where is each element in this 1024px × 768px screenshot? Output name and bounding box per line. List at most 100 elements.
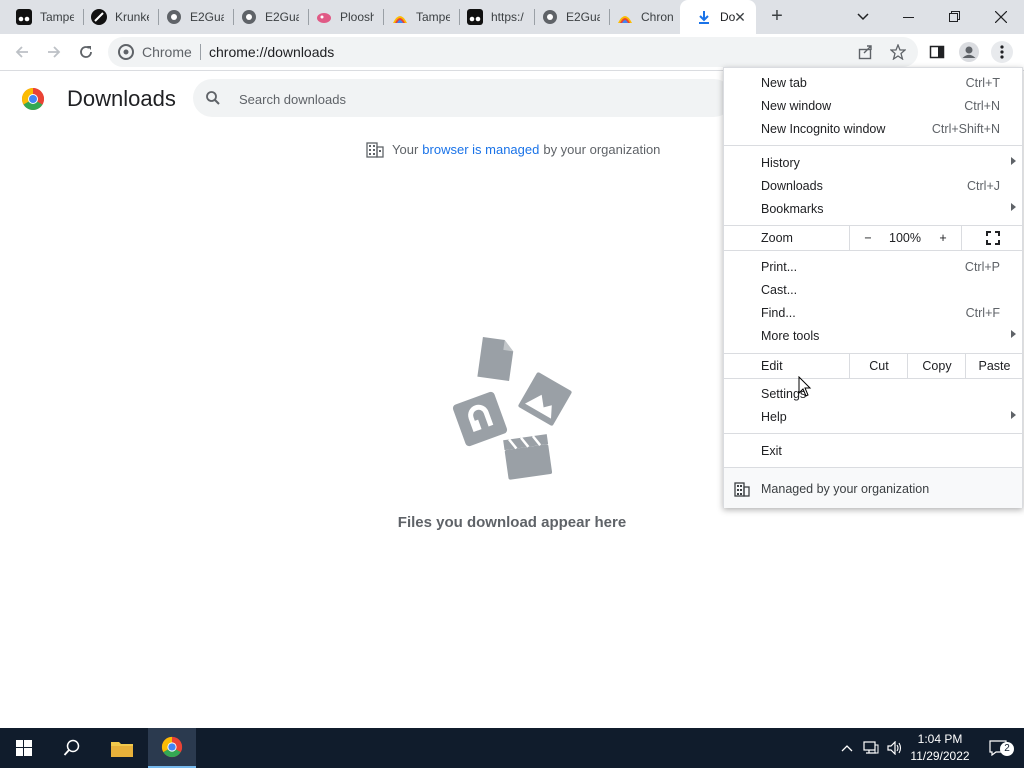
action-center-button[interactable]: 2 [980,728,1016,768]
omnibox-divider [200,44,201,60]
menu-zoom-row: Zoom − 100% + [724,226,1022,250]
menu-kebab-icon[interactable] [991,41,1013,63]
minimize-icon [903,17,914,18]
zoom-label: Zoom [761,231,793,245]
share-icon[interactable] [855,41,877,63]
managed-notice: Your browser is managed by your organiza… [366,140,660,158]
menu-item-label: History [761,156,800,170]
page-title: Downloads [67,86,176,111]
zoom-in-button[interactable]: + [925,226,961,250]
address-bar[interactable]: Chrome chrome://downloads [108,37,918,67]
tampermonkey-icon [16,9,32,25]
paste-button[interactable]: Paste [965,354,1023,378]
restore-icon [949,11,960,22]
ploosh-icon [316,9,332,25]
tab-e2guardian-2[interactable]: E2Gua [225,0,309,34]
close-window-button[interactable] [978,0,1024,34]
search-downloads-input[interactable] [237,88,711,110]
tab-search-button[interactable] [840,0,886,34]
browser-managed-link[interactable]: browser is managed [422,142,539,157]
webstore-icon [617,9,633,25]
submenu-arrow-icon [1011,203,1016,211]
reload-icon [80,46,92,58]
menu-item-exit[interactable]: Exit [724,440,1022,463]
menu-item-label: More tools [761,329,820,343]
tab-tampermonkey-1[interactable]: Tampe [0,0,84,34]
fullscreen-button[interactable] [961,226,1023,250]
managed-text-suffix: by your organization [543,141,661,157]
notification-count-badge: 2 [1000,742,1014,756]
menu-edit-row: Edit Cut Copy Paste [724,354,1022,378]
back-button[interactable] [8,39,36,65]
tab-e2guardian-3[interactable]: E2Gua [526,0,610,34]
chrome-taskbar-button[interactable] [148,728,196,768]
close-tab-icon[interactable]: ✕ [732,9,748,25]
tab-e2guardian-1[interactable]: E2Gua [150,0,234,34]
managed-text-prefix: Your [392,141,419,157]
menu-item-print[interactable]: Print... Ctrl+P [724,256,1022,279]
menu-item-shortcut: Ctrl+T [965,76,1000,90]
minimize-button[interactable] [886,0,932,34]
show-hidden-icons-button[interactable] [838,728,856,768]
zoom-out-button[interactable]: − [849,226,886,250]
bookmark-star-icon[interactable] [887,41,909,63]
restore-button[interactable] [932,0,978,34]
menu-divider [724,250,1022,251]
tab-title: E2Gua [566,10,600,24]
tab-ploosh[interactable]: Ploosh [300,0,384,34]
speaker-icon [887,741,902,755]
menu-item-label: Print... [761,260,798,274]
profile-avatar-icon[interactable] [958,41,980,63]
fullscreen-icon [985,231,1000,245]
menu-managed-item[interactable]: Managed by your organization [724,468,1022,508]
taskbar-search-button[interactable] [48,728,96,768]
tab-downloads[interactable]: Do ✕ [680,0,756,34]
forward-button[interactable] [40,39,68,65]
tab-https[interactable]: https:/ [451,0,535,34]
menu-item-new-tab[interactable]: New tab Ctrl+T [724,72,1022,95]
network-icon [863,741,879,754]
search-box[interactable] [193,79,733,117]
menu-item-downloads[interactable]: Downloads Ctrl+J [724,175,1022,198]
tab-title: Chron [641,10,674,24]
side-panel-icon[interactable] [926,41,948,63]
url-text[interactable]: chrome://downloads [209,44,334,60]
folder-icon [111,742,133,757]
network-button[interactable] [860,728,882,768]
tab-webstore-tampermonkey[interactable]: Tampe [376,0,460,34]
krunker-icon [91,9,107,25]
volume-button[interactable] [884,728,906,768]
start-button[interactable] [0,728,48,768]
menu-item-label: Downloads [761,179,823,193]
cut-button[interactable]: Cut [849,354,908,378]
menu-item-find[interactable]: Find... Ctrl+F [724,302,1022,325]
chrome-main-menu: New tab Ctrl+T New window Ctrl+N New Inc… [723,67,1023,508]
menu-item-history[interactable]: History [724,152,1022,175]
tab-krunker[interactable]: Krunke [75,0,159,34]
file-explorer-button[interactable] [98,728,146,768]
menu-item-more-tools[interactable]: More tools [724,325,1022,348]
menu-item-shortcut: Ctrl+P [964,260,1000,274]
taskbar-clock[interactable]: 1:04 PM 11/29/2022 [908,731,972,765]
menu-item-label: Find... [761,306,796,320]
menu-item-shortcut: Ctrl+J [967,179,1000,193]
menu-item-cast[interactable]: Cast... [724,279,1022,302]
reload-button[interactable] [72,39,100,65]
menu-item-settings[interactable]: Settings [724,383,1022,406]
copy-button[interactable]: Copy [907,354,966,378]
close-icon [994,10,1008,24]
chrome-icon [161,736,183,758]
clock-time: 1:04 PM [917,732,963,746]
menu-item-new-window[interactable]: New window Ctrl+N [724,95,1022,118]
menu-divider [724,145,1022,146]
submenu-arrow-icon [1011,330,1016,338]
tab-webstore-chrome[interactable]: Chron [601,0,685,34]
menu-item-new-incognito-window[interactable]: New Incognito window Ctrl+Shift+N [724,118,1022,141]
chevron-up-icon [841,745,853,752]
menu-item-label: New Incognito window [761,122,886,136]
new-tab-button[interactable]: + [765,5,789,29]
menu-item-help[interactable]: Help [724,406,1022,429]
building-icon [734,481,750,497]
menu-item-bookmarks[interactable]: Bookmarks [724,198,1022,221]
empty-downloads-illustration [450,333,576,485]
